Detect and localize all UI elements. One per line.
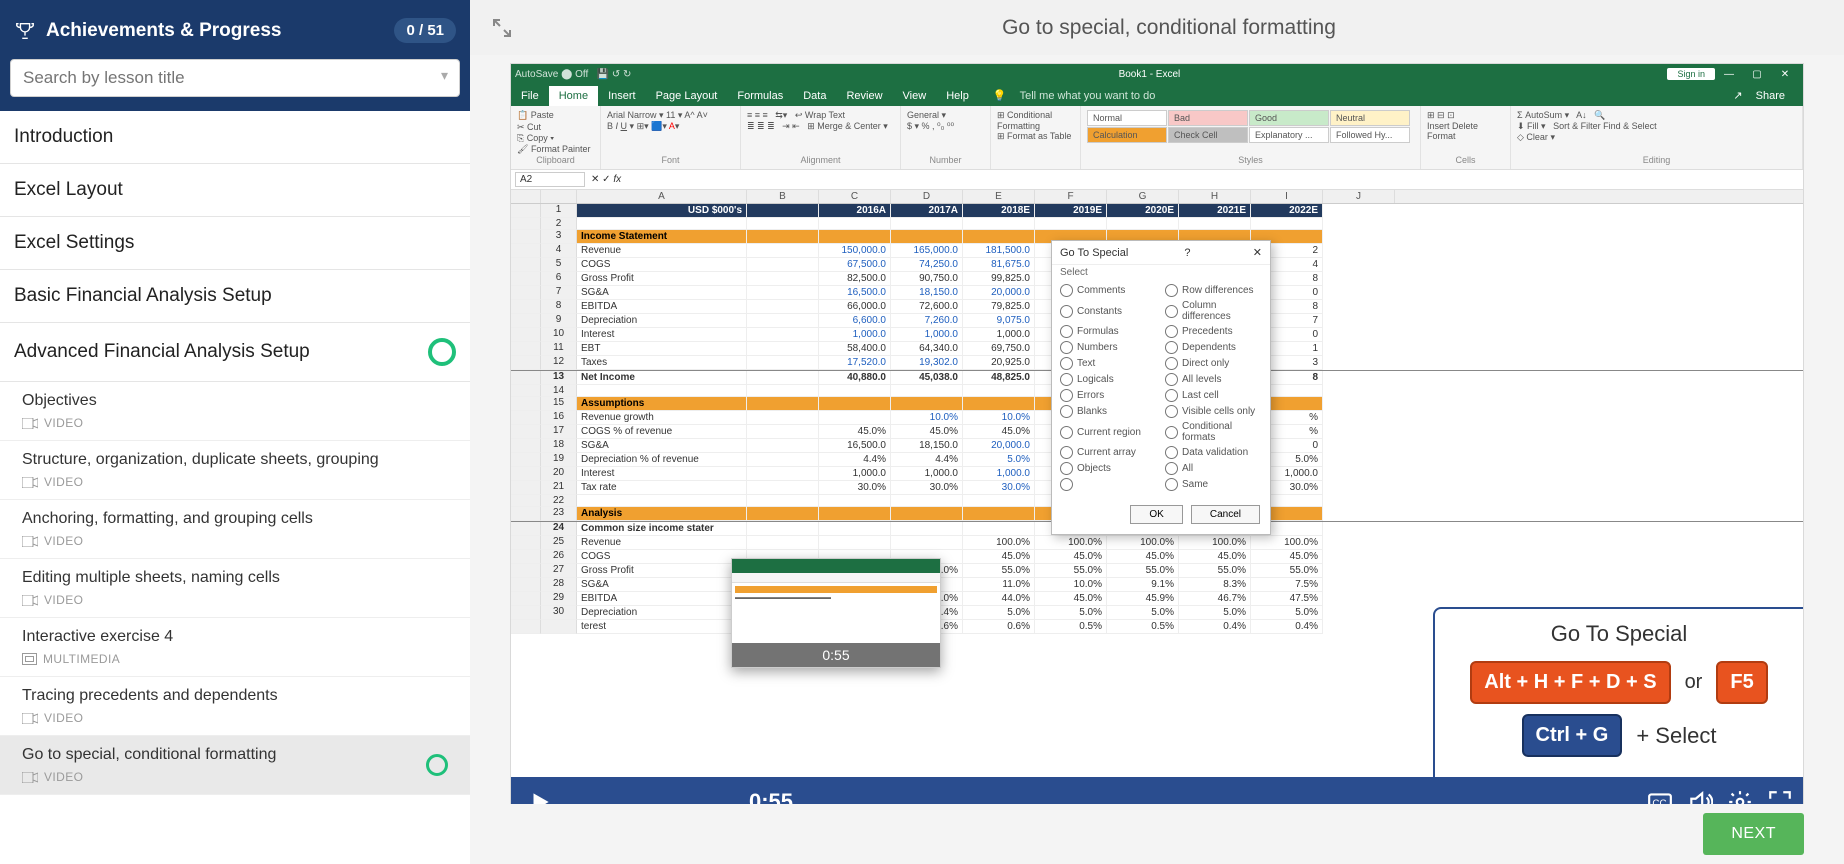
go-to-special-dialog[interactable]: Go To Special? ✕ Select CommentsRow diff… (1051, 240, 1271, 535)
lesson-meta: VIDEO (22, 416, 448, 430)
topbar: Go to special, conditional formatting (470, 0, 1844, 55)
lesson-structure[interactable]: Structure, organization, duplicate sheet… (0, 441, 470, 500)
close-icon[interactable]: ✕ (1247, 246, 1262, 259)
minimize-icon[interactable]: — (1715, 69, 1743, 80)
sidebar: Achievements & Progress 0 / 51 Introduct… (0, 0, 470, 864)
dialog-title: Go To Special (1060, 247, 1128, 259)
lesson-exercise-4[interactable]: Interactive exercise 4 MULTIMEDIA (0, 618, 470, 677)
fullscreen-icon[interactable] (1767, 789, 1793, 804)
video-icon (22, 477, 38, 488)
sign-in-button[interactable]: Sign in (1667, 68, 1715, 80)
video-frame[interactable]: AutoSave ⬤ Off 💾 ↺ ↻ Book1 - Excel Sign … (510, 63, 1804, 804)
section-excel-settings[interactable]: Excel Settings (0, 217, 470, 270)
sidebar-title: Achievements & Progress (46, 20, 394, 42)
page-title: Go to special, conditional formatting (514, 16, 1824, 40)
trophy-icon (14, 20, 36, 42)
kbd-f5: F5 (1716, 661, 1767, 704)
section-basic-analysis[interactable]: Basic Financial Analysis Setup (0, 270, 470, 323)
thumb-time: 0:55 (732, 643, 940, 667)
menu-data[interactable]: Data (793, 86, 836, 106)
excel-menu[interactable]: File Home Insert Page Layout Formulas Da… (511, 84, 1803, 106)
name-box[interactable]: A2 (515, 172, 585, 187)
maximize-icon[interactable]: ▢ (1743, 69, 1771, 80)
menu-help[interactable]: Help (936, 86, 979, 106)
lesson-title: Objectives (22, 392, 448, 410)
lesson-tree[interactable]: Introduction Excel Layout Excel Settings… (0, 111, 470, 864)
lesson-go-to-special[interactable]: Go to special, conditional formatting VI… (0, 736, 470, 795)
lesson-anchoring[interactable]: Anchoring, formatting, and grouping cell… (0, 500, 470, 559)
menu-review[interactable]: Review (836, 86, 892, 106)
main-panel: Go to special, conditional formatting Au… (470, 0, 1844, 864)
formula-bar[interactable]: A2 ✕ ✓ fx (511, 170, 1803, 190)
lesson-title: Tracing precedents and dependents (22, 687, 448, 705)
ribbon[interactable]: 📋 Paste ✂ Cut⎘ Copy ▾🖌 Format Painter Cl… (511, 106, 1803, 170)
lesson-title: Go to special, conditional formatting (22, 746, 276, 764)
section-advanced-analysis[interactable]: Advanced Financial Analysis Setup (0, 323, 470, 382)
excel-titlebar: AutoSave ⬤ Off 💾 ↺ ↻ Book1 - Excel Sign … (511, 64, 1803, 84)
kbd-alt-sequence: Alt + H + F + D + S (1470, 661, 1670, 704)
lesson-title: Editing multiple sheets, naming cells (22, 569, 448, 587)
close-icon[interactable]: ✕ (1771, 69, 1799, 80)
video-controls[interactable]: 0:55 CC (511, 777, 1803, 804)
video-icon (22, 713, 38, 724)
menu-view[interactable]: View (893, 86, 937, 106)
multimedia-icon (22, 653, 37, 665)
lesson-tracing[interactable]: Tracing precedents and dependents VIDEO (0, 677, 470, 736)
section-introduction[interactable]: Introduction (0, 111, 470, 164)
cancel-button[interactable]: Cancel (1191, 505, 1260, 524)
viewer: AutoSave ⬤ Off 💾 ↺ ↻ Book1 - Excel Sign … (470, 55, 1844, 804)
next-button[interactable]: NEXT (1703, 813, 1804, 855)
video-icon (22, 595, 38, 606)
section-label: Advanced Financial Analysis Setup (14, 341, 310, 363)
tip-title: Go To Special (1447, 621, 1791, 647)
video-icon (22, 418, 38, 429)
play-button[interactable] (521, 783, 559, 804)
video-icon (22, 772, 38, 783)
lesson-editing[interactable]: Editing multiple sheets, naming cells VI… (0, 559, 470, 618)
lesson-title: Interactive exercise 4 (22, 628, 448, 646)
svg-text:CC: CC (1652, 798, 1666, 804)
menu-home[interactable]: Home (549, 86, 598, 106)
search-input[interactable] (10, 59, 460, 97)
shortcut-tip-card: Go To Special Alt + H + F + D + S or F5 … (1433, 607, 1803, 777)
footer: NEXT (470, 804, 1844, 864)
expand-icon[interactable] (490, 16, 514, 40)
progress-pill: 0 / 51 (394, 18, 456, 43)
lesson-objectives[interactable]: Objectives VIDEO (0, 382, 470, 441)
menu-file[interactable]: File (511, 86, 549, 106)
volume-icon[interactable] (1687, 789, 1713, 804)
search-wrap (0, 59, 470, 111)
sidebar-header: Achievements & Progress 0 / 51 (0, 0, 470, 59)
menu-page-layout[interactable]: Page Layout (646, 86, 728, 106)
lesson-title: Structure, organization, duplicate sheet… (22, 451, 448, 469)
cc-icon[interactable]: CC (1647, 789, 1673, 804)
lesson-title: Anchoring, formatting, and grouping cell… (22, 510, 448, 528)
ok-button[interactable]: OK (1130, 505, 1182, 524)
kbd-ctrl-g: Ctrl + G (1522, 714, 1623, 757)
video-icon (22, 536, 38, 547)
video-time: 0:55 (749, 789, 793, 804)
progress-ring-icon (426, 754, 448, 776)
menu-insert[interactable]: Insert (598, 86, 646, 106)
styles-gallery[interactable]: NormalBadGoodNeutralCalculationCheck Cel… (1087, 110, 1414, 143)
video-thumbnail[interactable]: ▬▬▬▬▬▬▬▬▬▬▬▬▬▬▬▬ 0:55 (731, 558, 941, 668)
menu-formulas[interactable]: Formulas (727, 86, 793, 106)
gear-icon[interactable] (1727, 789, 1753, 804)
section-excel-layout[interactable]: Excel Layout (0, 164, 470, 217)
progress-ring-icon (428, 338, 456, 366)
